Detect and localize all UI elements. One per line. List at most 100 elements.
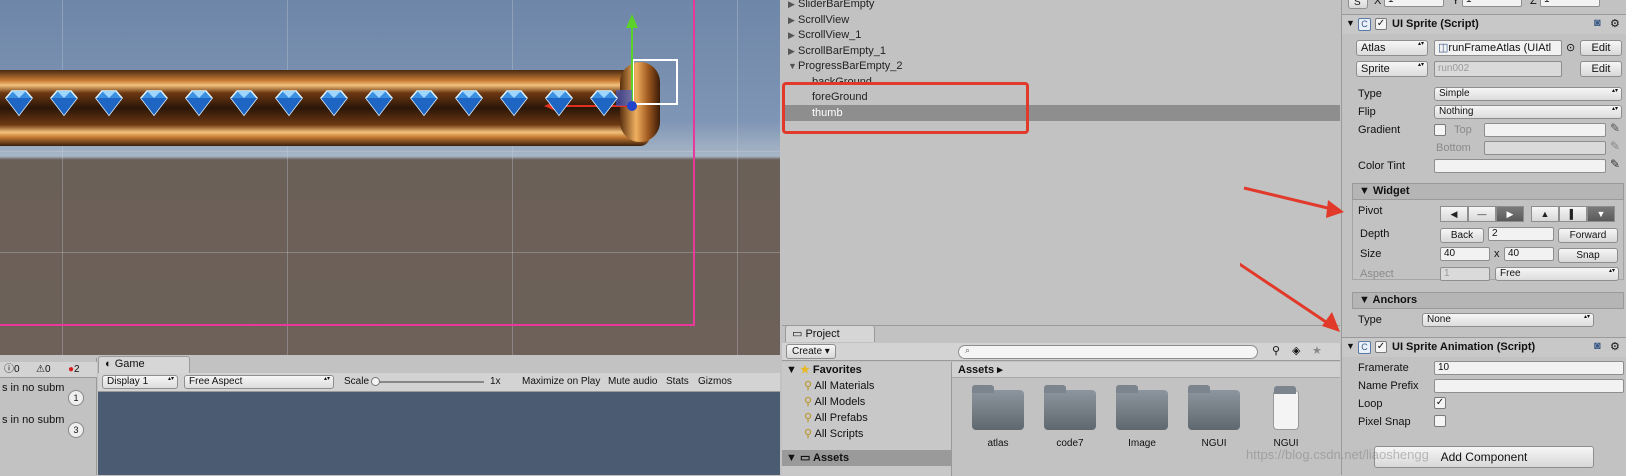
folder-icon[interactable] <box>1116 385 1168 430</box>
pivot-middle-button[interactable]: ▌ <box>1559 206 1587 222</box>
gradient-top-color[interactable] <box>1484 123 1606 137</box>
pivot-center-button[interactable]: — <box>1468 206 1496 222</box>
hierarchy-item[interactable]: ▶ ScrollBarEmpty_1 <box>782 43 1340 59</box>
eyedropper-icon[interactable]: ✎ <box>1610 139 1620 153</box>
hierarchy-item[interactable]: ▶ SliderBarEmpty <box>782 0 1340 12</box>
loop-checkbox[interactable]: ✓ <box>1434 397 1446 409</box>
gradient-checkbox[interactable] <box>1434 124 1446 136</box>
asset-label[interactable]: NGUI <box>1179 438 1249 449</box>
scale-y-field[interactable]: 1 <box>1462 0 1522 7</box>
label-tag-icon[interactable]: ◈ <box>1292 344 1300 357</box>
eyedropper-icon[interactable]: ✎ <box>1610 157 1620 171</box>
help-book-icon[interactable]: ◙ <box>1594 17 1601 29</box>
gizmo-center[interactable] <box>627 101 637 111</box>
depth-forward-button[interactable]: Forward <box>1558 228 1618 243</box>
asset-label[interactable]: Image <box>1107 438 1177 449</box>
gradient-bottom-color[interactable] <box>1484 141 1606 155</box>
breadcrumb[interactable]: Assets ▸ <box>952 362 1340 378</box>
assets-tree-item[interactable]: ▼ ▭ Assets <box>782 450 952 466</box>
warning-count[interactable]: ⚠0 <box>36 362 51 377</box>
favorite-item[interactable]: ⚲ All Models <box>804 395 865 408</box>
hierarchy-item[interactable]: ▶ ScrollView <box>782 12 1340 28</box>
game-viewport[interactable] <box>98 392 780 475</box>
pixel-snap-checkbox[interactable] <box>1434 415 1446 427</box>
favorite-item[interactable]: ⚲ All Materials <box>804 379 874 392</box>
gizmo-y-arrow[interactable] <box>626 14 638 28</box>
folder-icon[interactable] <box>972 385 1024 430</box>
favorite-item[interactable]: ⚲ All Scripts <box>804 427 863 440</box>
chevron-right-icon[interactable]: ▶ <box>788 0 798 12</box>
atlas-field[interactable]: ◫runFrameAtlas (UIAtl <box>1434 40 1562 56</box>
color-tint-field[interactable] <box>1434 159 1606 173</box>
file-icon[interactable] <box>1273 386 1299 430</box>
gizmos-dropdown[interactable]: Gizmos <box>698 376 732 387</box>
anchor-type-select[interactable]: None <box>1422 313 1594 327</box>
tab-project[interactable]: ▭ Project <box>785 325 875 342</box>
folder-icon[interactable] <box>1044 385 1096 430</box>
maximize-on-play-toggle[interactable]: Maximize on Play <box>522 376 600 387</box>
pivot-bottom-button[interactable]: ▼ <box>1587 206 1615 222</box>
asset-label[interactable]: code7 <box>1035 438 1105 449</box>
favorite-item[interactable]: ⚲ All Prefabs <box>804 411 868 424</box>
object-picker-icon[interactable]: ⊙ <box>1566 41 1575 54</box>
snap-button[interactable]: Snap <box>1558 248 1618 263</box>
gear-icon[interactable]: ⚙ <box>1610 340 1620 353</box>
create-button[interactable]: Create ▾ <box>786 344 836 359</box>
eyedropper-icon[interactable]: ✎ <box>1610 121 1620 135</box>
mute-audio-toggle[interactable]: Mute audio <box>608 376 657 387</box>
chevron-down-icon[interactable]: ▼ <box>1346 18 1355 28</box>
sprite-edit-button[interactable]: Edit <box>1580 61 1622 77</box>
favorites-header[interactable]: ▼ ★ Favorites <box>786 363 862 376</box>
animation-component-header[interactable]: ▼ C ✓ UI Sprite Animation (Script) ◙ ⚙ <box>1342 337 1626 357</box>
stats-toggle[interactable]: Stats <box>666 376 689 387</box>
scale-x-field[interactable]: 1 <box>1384 0 1444 7</box>
sprite-enabled-checkbox[interactable]: ✓ <box>1375 18 1387 30</box>
info-count[interactable]: ⓘ0 <box>4 362 20 377</box>
size-width-field[interactable]: 40 <box>1440 247 1490 261</box>
aspect-select[interactable]: Free Aspect <box>184 375 334 389</box>
framerate-field[interactable]: 10 <box>1434 361 1624 375</box>
depth-back-button[interactable]: Back <box>1440 228 1484 243</box>
scale-reset-button[interactable]: S <box>1348 0 1368 9</box>
tab-game[interactable]: ◐ Game <box>98 356 190 373</box>
chevron-right-icon[interactable]: ▶ <box>788 43 798 59</box>
atlas-edit-button[interactable]: Edit <box>1580 40 1622 56</box>
sprite-field[interactable]: run002 <box>1434 61 1562 77</box>
sprite-button[interactable]: Sprite <box>1356 61 1428 77</box>
scale-slider[interactable] <box>371 377 484 386</box>
pivot-right-button[interactable]: ▶ <box>1496 206 1524 222</box>
filter-type-icon[interactable]: ⚲ <box>1272 344 1280 357</box>
atlas-button[interactable]: Atlas <box>1356 40 1428 56</box>
annotation-arrows <box>1240 186 1344 332</box>
help-book-icon[interactable]: ◙ <box>1594 340 1601 352</box>
favorite-star-icon[interactable]: ★ <box>1312 344 1322 357</box>
pivot-left-button[interactable]: ◀ <box>1440 206 1468 222</box>
depth-field[interactable]: 2 <box>1488 227 1554 241</box>
sprite-type-select[interactable]: Simple <box>1434 87 1622 101</box>
animation-enabled-checkbox[interactable]: ✓ <box>1375 341 1387 353</box>
aspect-mode-select[interactable]: Free <box>1495 267 1619 281</box>
widget-section-header[interactable]: ▼ Widget <box>1352 183 1624 200</box>
asset-label[interactable]: atlas <box>963 438 1033 449</box>
pivot-top-button[interactable]: ▲ <box>1531 206 1559 222</box>
chevron-down-icon[interactable]: ▼ <box>788 58 798 74</box>
size-height-field[interactable]: 40 <box>1504 247 1554 261</box>
chevron-right-icon[interactable]: ▶ <box>788 12 798 28</box>
aspect-value-field[interactable]: 1 <box>1440 267 1490 281</box>
anchors-section-header[interactable]: ▼ Anchors <box>1352 292 1624 309</box>
scene-view[interactable] <box>0 0 780 355</box>
sprite-component-header[interactable]: ▼ C ✓ UI Sprite (Script) ◙ ⚙ <box>1342 14 1626 34</box>
flip-select[interactable]: Nothing <box>1434 105 1622 119</box>
error-count[interactable]: ●2 <box>68 362 80 377</box>
hierarchy-item[interactable]: ▼ProgressBarEmpty_2 <box>782 58 1340 74</box>
name-prefix-field[interactable] <box>1434 379 1624 393</box>
hierarchy-item[interactable]: ▶ ScrollView_1 <box>782 27 1340 43</box>
chevron-down-icon[interactable]: ▼ <box>1346 341 1355 351</box>
scale-z-field[interactable]: 1 <box>1540 0 1600 7</box>
gear-icon[interactable]: ⚙ <box>1610 17 1620 30</box>
chevron-right-icon[interactable]: ▶ <box>788 27 798 43</box>
scale-slider-thumb[interactable] <box>371 377 380 386</box>
search-input[interactable]: ⌕ <box>958 345 1258 359</box>
folder-icon[interactable] <box>1188 385 1240 430</box>
display-select[interactable]: Display 1 <box>102 375 178 389</box>
